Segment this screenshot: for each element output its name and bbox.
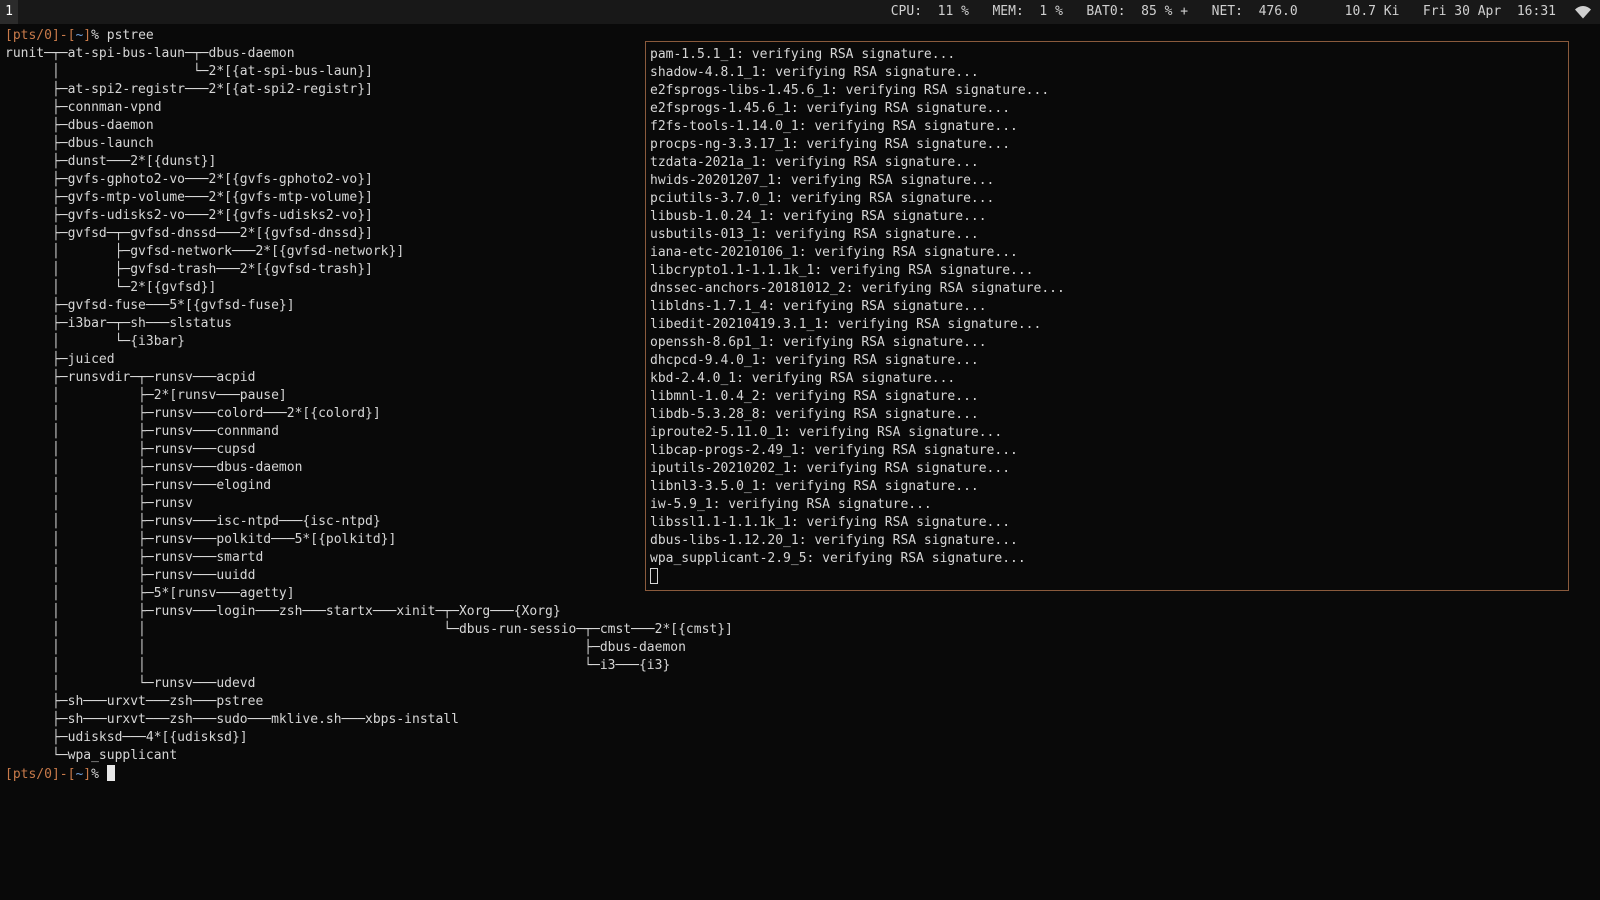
install-log-line: dnssec-anchors-20181012_2: verifying RSA… [650,281,1065,296]
prompt-separator: - [59,28,68,43]
install-log-line: hwids-20201207_1: verifying RSA signatur… [650,173,995,188]
install-log-line: libedit-20210419.3.1_1: verifying RSA si… [650,317,1042,332]
process-tree-line: ├─gvfsd-fuse───5*[{gvfsd-fuse}] [5,298,295,313]
process-tree-line: ├─runsvdir─┬─runsv───acpid [5,370,256,385]
prompt-line-active[interactable]: [pts/0]-[~]% [5,765,635,783]
process-tree-line: │ └─runsv───udevd [5,676,256,691]
install-log-line: kbd-2.4.0_1: verifying RSA signature... [650,371,956,386]
install-log-line: libusb-1.0.24_1: verifying RSA signature… [650,209,987,224]
install-log-line: libldns-1.7.1_4: verifying RSA signature… [650,299,987,314]
install-output: pam-1.5.1_1: verifying RSA signature... s… [650,46,1564,568]
process-tree-line: │ │ └─i3───{i3} [5,658,671,673]
prompt-line: [pts/0]-[~]% pstree [5,27,635,45]
install-log-line: iana-etc-20210106_1: verifying RSA signa… [650,245,1018,260]
prompt-bracket: ] [83,767,92,782]
process-tree-line: ├─sh───urxvt───zsh───sudo───mklive.sh───… [5,712,459,727]
xbps-install-terminal[interactable]: pam-1.5.1_1: verifying RSA signature... s… [645,41,1569,591]
prompt-symbol: % [91,767,107,782]
process-tree-line: runit─┬─at-spi-bus-laun─┬─dbus-daemon [5,46,295,61]
prompt-bracket: [ [5,28,13,43]
workspace-button-1[interactable]: 1 [0,0,18,24]
process-tree-line: │ ├─5*[runsv───agetty] [5,586,295,601]
install-log-line: iproute2-5.11.0_1: verifying RSA signatu… [650,425,1003,440]
process-tree-line: │ │ └─dbus-run-sessio─┬─cmst───2*[{cmst}… [5,622,733,637]
terminal-cursor [106,765,115,781]
process-tree-line: │ ├─runsv───colord───2*[{colord}] [5,406,381,421]
prompt-bracket: ] [51,28,60,43]
process-tree-line: │ ├─runsv [5,496,193,511]
process-tree-line: │ │ ├─dbus-daemon [5,640,686,655]
install-log-line: f2fs-tools-1.14.0_1: verifying RSA signa… [650,119,1018,134]
process-tree-line: ├─dbus-daemon [5,118,154,133]
install-log-line: dhcpcd-9.4.0_1: verifying RSA signature.… [650,353,979,368]
process-tree-line: │ ├─2*[runsv───pause] [5,388,287,403]
process-tree-output: runit─┬─at-spi-bus-laun─┬─dbus-daemon │ … [5,45,733,765]
install-log-line: dbus-libs-1.12.20_1: verifying RSA signa… [650,533,1018,548]
wifi-icon [1575,6,1591,19]
install-log-line: libnl3-3.5.0_1: verifying RSA signature.… [650,479,979,494]
process-tree-line: │ ├─runsv───connmand [5,424,279,439]
process-tree-line: ├─gvfs-udisks2-vo───2*[{gvfs-udisks2-vo}… [5,208,373,223]
prompt-bracket: [ [5,767,13,782]
install-log-line: wpa_supplicant-2.9_5: verifying RSA sign… [650,551,1026,566]
process-tree-line: │ ├─runsv───polkitd───5*[{polkitd}] [5,532,397,547]
prompt-tty: pts/0 [12,767,52,782]
process-tree-line: │ ├─runsv───isc-ntpd───{isc-ntpd} [5,514,381,529]
install-log-line: iw-5.9_1: verifying RSA signature... [650,497,932,512]
process-tree-line: └─wpa_supplicant [5,748,178,763]
status-bar: 1 CPU: 11 % MEM: 1 % BAT0: 85 % + NET: 4… [0,0,1600,24]
install-log-line: shadow-4.8.1_1: verifying RSA signature.… [650,65,979,80]
install-log-line: pam-1.5.1_1: verifying RSA signature... [650,47,956,62]
prompt-bracket: ] [83,28,92,43]
process-tree-line: │ ├─runsv───elogind [5,478,272,493]
install-log-line: usbutils-013_1: verifying RSA signature.… [650,227,979,242]
cursor-line [650,568,1564,586]
process-tree-line: │ ├─runsv───uuidd [5,568,256,583]
pstree-terminal[interactable]: [pts/0]-[~]% pstree runit─┬─at-spi-bus-l… [5,27,733,783]
process-tree-line: ├─gvfsd─┬─gvfsd-dnssd───2*[{gvfsd-dnssd}… [5,226,373,241]
install-log-line: e2fsprogs-libs-1.45.6_1: verifying RSA s… [650,83,1050,98]
prompt-separator: - [59,767,68,782]
process-tree-line: │ ├─runsv───login───zsh───startx───xinit… [5,604,561,619]
process-tree-line: ├─gvfs-mtp-volume───2*[{gvfs-mtp-volume}… [5,190,373,205]
install-log-line: tzdata-2021a_1: verifying RSA signature.… [650,155,979,170]
process-tree-line: ├─dbus-launch [5,136,154,151]
process-tree-line: │ ├─runsv───cupsd [5,442,256,457]
terminal-cursor-unfocused [650,568,658,584]
install-log-line: pciutils-3.7.0_1: verifying RSA signatur… [650,191,995,206]
system-status-text: CPU: 11 % MEM: 1 % BAT0: 85 % + NET: 476… [890,4,1556,19]
process-tree-line: │ ├─gvfsd-network───2*[{gvfsd-network}] [5,244,405,259]
process-tree-line: │ └─2*[{at-spi-bus-laun}] [5,64,373,79]
typed-command: pstree [106,28,154,43]
process-tree-line: ├─dunst───2*[{dunst}] [5,154,217,169]
process-tree-line: ├─sh───urxvt───zsh───pstree [5,694,264,709]
install-log-line: libcrypto1.1-1.1.1k_1: verifying RSA sig… [650,263,1034,278]
process-tree-line: │ ├─runsv───smartd [5,550,264,565]
install-log-line: libssl1.1-1.1.1k_1: verifying RSA signat… [650,515,1011,530]
process-tree-line: ├─juiced [5,352,115,367]
process-tree-line: │ ├─gvfsd-trash───2*[{gvfsd-trash}] [5,262,373,277]
process-tree-line: ├─connman-vpnd [5,100,162,115]
process-tree-line: ├─gvfs-gphoto2-vo───2*[{gvfs-gphoto2-vo}… [5,172,373,187]
prompt-bracket: ] [51,767,60,782]
install-log-line: openssh-8.6p1_1: verifying RSA signature… [650,335,987,350]
install-log-line: libdb-5.3.28_8: verifying RSA signature.… [650,407,979,422]
process-tree-line: │ └─2*[{gvfsd}] [5,280,217,295]
process-tree-line: ├─at-spi2-registr───2*[{at-spi2-registr}… [5,82,373,97]
install-log-line: e2fsprogs-1.45.6_1: verifying RSA signat… [650,101,1011,116]
process-tree-line: │ └─{i3bar} [5,334,186,349]
prompt-symbol: % [91,28,107,43]
process-tree-line: ├─i3bar─┬─sh───slstatus [5,316,232,331]
prompt-tty: pts/0 [12,28,52,43]
process-tree-line: ├─udisksd───4*[{udisksd}] [5,730,248,745]
process-tree-line: │ ├─runsv───dbus-daemon [5,460,303,475]
install-log-line: libcap-progs-2.49_1: verifying RSA signa… [650,443,1018,458]
install-log-line: libmnl-1.0.4_2: verifying RSA signature.… [650,389,979,404]
install-log-line: iputils-20210202_1: verifying RSA signat… [650,461,1011,476]
install-log-line: procps-ng-3.3.17_1: verifying RSA signat… [650,137,1011,152]
